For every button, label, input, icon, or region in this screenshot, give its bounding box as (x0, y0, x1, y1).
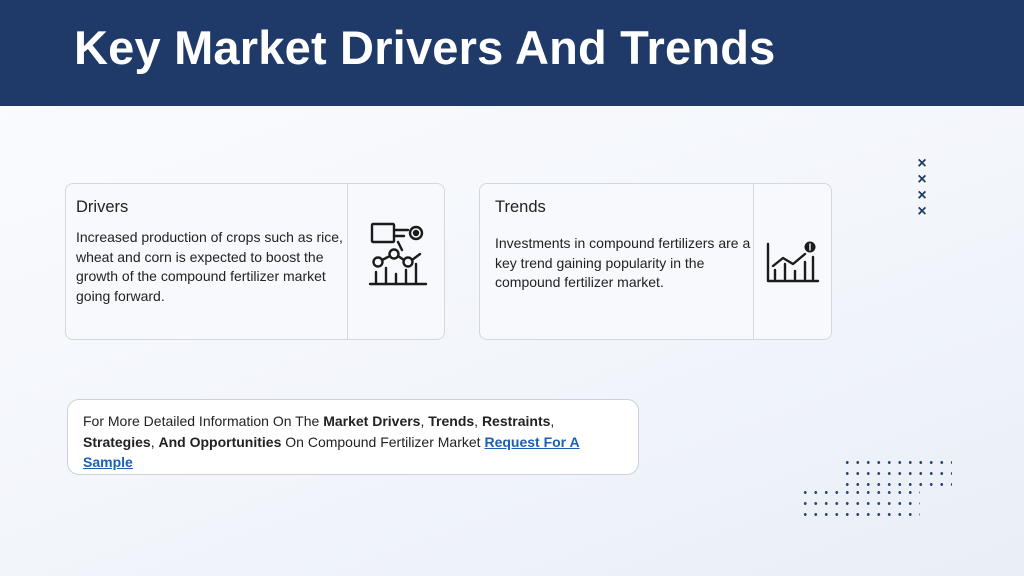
decorative-dot-grid (800, 487, 920, 519)
decorative-dot-grid (842, 457, 952, 487)
x-mark-icon: × (917, 155, 927, 172)
info-prefix: For More Detailed Information On The (83, 413, 324, 429)
page-title: Key Market Drivers And Trends (74, 21, 776, 74)
x-mark-icon: × (917, 171, 927, 188)
trends-text: Investments in compound fertilizers are … (495, 235, 751, 290)
drivers-heading: Drivers (76, 198, 129, 216)
x-mark-icon: × (917, 187, 927, 204)
trends-heading: Trends (495, 198, 546, 216)
header-bar: Key Market Drivers And Trends (0, 0, 1024, 106)
info-term-market-drivers: Market Drivers (323, 413, 421, 429)
info-term-opportunities: And Opportunities (158, 433, 282, 450)
info-term-strategies: Strategies (83, 433, 151, 450)
info-middle: On Compound Fertilizer Market (281, 433, 485, 450)
info-separator: , (474, 413, 482, 429)
x-mark-icon: × (917, 203, 927, 220)
drivers-text: Increased production of crops such as ri… (76, 229, 343, 304)
info-term-trends: Trends (428, 413, 475, 429)
investment-trend-chart-icon (766, 241, 820, 283)
info-term-restraints: Restraints (481, 413, 551, 429)
info-separator: , (550, 413, 555, 429)
card-divider (347, 184, 348, 339)
decorative-x-marks: × × × × (915, 156, 929, 220)
card-divider (753, 184, 754, 339)
more-info-box: For More Detailed Information On The Mar… (67, 399, 639, 475)
trends-card: Trends Investments in compound fertilize… (479, 183, 832, 340)
drivers-card: Drivers Increased production of crops su… (65, 183, 445, 340)
plant-growth-chart-icon (368, 222, 428, 286)
